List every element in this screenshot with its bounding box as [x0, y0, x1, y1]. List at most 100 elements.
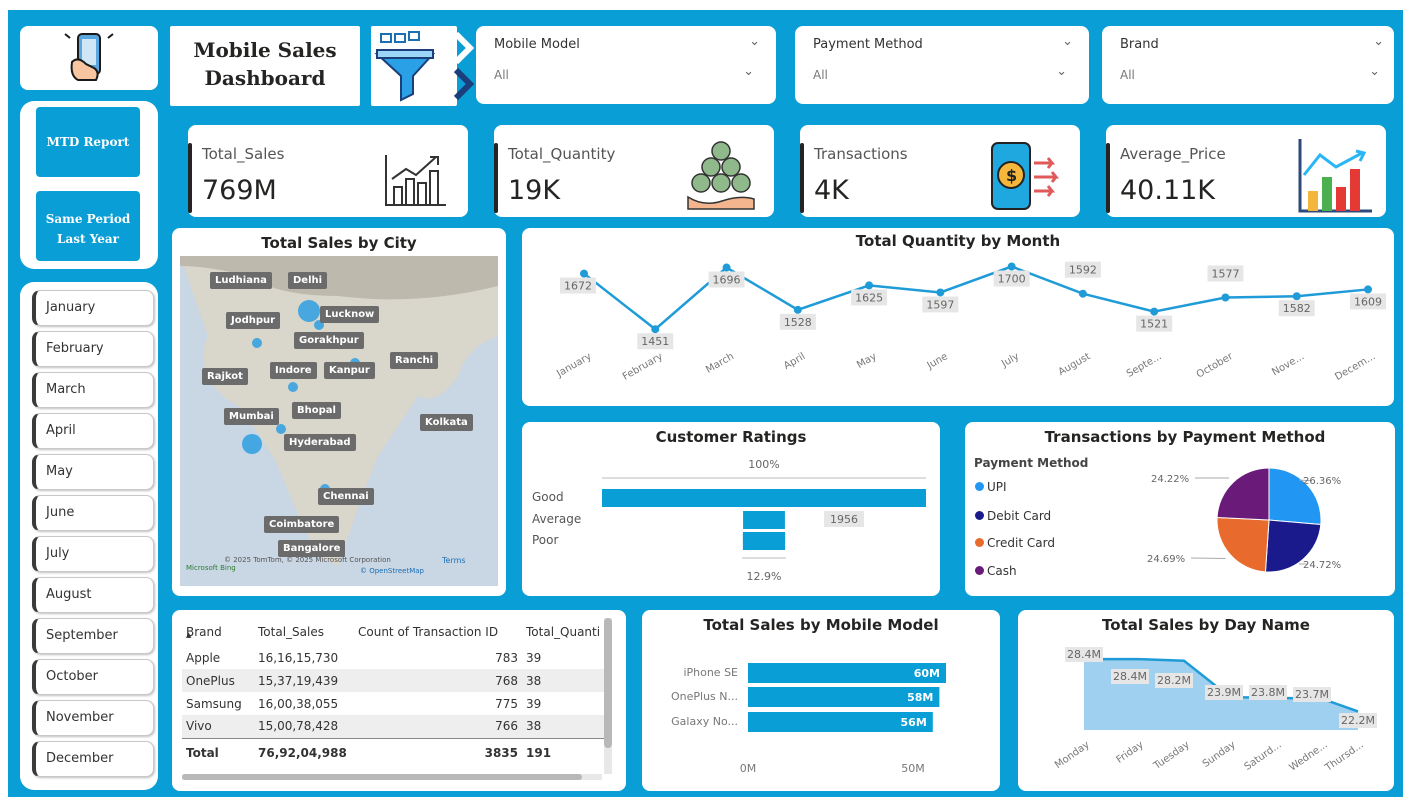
city-label-bhopal[interactable]: Bhopal — [292, 402, 341, 419]
vertical-scrollbar[interactable] — [604, 618, 612, 774]
slicer-label: Payment Method — [813, 37, 923, 52]
report-nav-panel: MTD Report Same Period Last Year — [20, 101, 158, 269]
data-label: 1577 — [1211, 267, 1239, 280]
dropdown-chevron-icon[interactable]: ⌄ — [743, 64, 754, 79]
series-line — [583, 265, 1369, 331]
slicer-value[interactable]: All — [494, 68, 509, 82]
sales-by-day-chart: Total Sales by Day Name 28.4M 28.4M 28.2M 2… — [1018, 610, 1394, 791]
x-axis-tick-label: August — [1057, 351, 1093, 378]
x-axis-tick-label: June — [925, 351, 950, 372]
month-item-december[interactable]: December — [32, 741, 154, 777]
x-axis-tick-label: April — [782, 351, 807, 372]
map-bubble[interactable] — [298, 300, 320, 322]
city-label-bangalore[interactable]: Bangalore — [278, 540, 346, 557]
brand-slicer[interactable]: Brand ⌄ All ⌄ — [1102, 26, 1394, 104]
city-label-mumbai[interactable]: Mumbai — [224, 408, 279, 425]
city-label-kolkata[interactable]: Kolkata — [420, 414, 473, 431]
chevron-down-icon[interactable]: ⌄ — [749, 34, 760, 49]
data-label: 28.2M — [1157, 674, 1191, 687]
city-label-chennai[interactable]: Chennai — [318, 488, 374, 505]
category-label: Galaxy No... — [671, 715, 738, 728]
map-canvas[interactable]: Ludhiana Delhi Jodhpur Lucknow Gorakhpur… — [180, 256, 498, 586]
sort-ascending-icon[interactable]: ▲ — [186, 631, 191, 639]
map-terms-link[interactable]: Terms — [442, 556, 466, 565]
dashboard-title: Mobile Sales Dashboard — [170, 26, 360, 106]
funnel-bar — [742, 532, 786, 550]
area-chart-svg: 28.4M 28.4M 28.2M 23.9M 23.8M 23.7M 22.2M Monda… — [1053, 647, 1377, 774]
city-label-kanpur[interactable]: Kanpur — [324, 362, 375, 379]
map-bubble[interactable] — [288, 382, 298, 392]
dropdown-chevron-icon[interactable]: ⌄ — [1056, 64, 1067, 79]
month-item-january[interactable]: January — [32, 290, 154, 326]
payment-method-slicer[interactable]: Payment Method ⌄ All ⌄ — [795, 26, 1089, 104]
kpi-value: 40.11K — [1120, 175, 1216, 206]
slicer-value[interactable]: All — [1120, 68, 1135, 82]
data-label: 1521 — [1140, 318, 1168, 331]
scrollbar-thumb[interactable] — [182, 774, 582, 780]
slice-label: 24.72% — [1303, 560, 1341, 571]
month-item-october[interactable]: October — [32, 659, 154, 695]
same-period-last-year-button[interactable]: Same Period Last Year — [36, 191, 140, 261]
city-label-ludhiana[interactable]: Ludhiana — [210, 272, 272, 289]
table-row[interactable]: Vivo 15,00,78,428 766 38 — [182, 715, 612, 738]
customer-ratings-chart: Customer Ratings Good Average Poor 100% 1956… — [522, 422, 940, 596]
kpi-accent-bar — [188, 143, 192, 213]
table-cell: 775 — [495, 696, 518, 711]
city-label-hyderabad[interactable]: Hyderabad — [284, 434, 356, 451]
month-item-february[interactable]: February — [32, 331, 154, 367]
city-label-delhi[interactable]: Delhi — [288, 272, 328, 289]
month-item-june[interactable]: June — [32, 495, 154, 531]
map-bubble[interactable] — [276, 424, 286, 434]
month-item-september[interactable]: September — [32, 618, 154, 654]
city-label-lucknow[interactable]: Lucknow — [320, 306, 380, 323]
map-copyright: © 2025 TomTom, © 2025 Microsoft Corporat… — [224, 556, 391, 564]
data-label: 1672 — [564, 280, 592, 293]
chevron-down-icon[interactable]: ⌄ — [1062, 34, 1073, 49]
chevron-down-icon[interactable]: ⌄ — [1373, 34, 1384, 49]
osm-link[interactable]: © OpenStreetMap — [360, 567, 424, 575]
data-point — [651, 325, 660, 334]
table-cell: 768 — [495, 673, 518, 688]
kpi-label: Average_Price — [1120, 145, 1226, 163]
city-label-coimbatore[interactable]: Coimbatore — [264, 516, 340, 533]
x-axis-tick-label: Sunday — [1201, 739, 1238, 770]
map-bubble[interactable] — [252, 338, 262, 348]
city-label-jodhpur[interactable]: Jodhpur — [226, 312, 281, 329]
table-cell: 16,16,15,730 — [258, 650, 339, 665]
table-row[interactable]: OnePlus 15,37,19,439 768 38 — [182, 669, 612, 692]
month-item-march[interactable]: March — [32, 372, 154, 408]
horizontal-scrollbar[interactable] — [182, 774, 602, 780]
data-point — [1364, 285, 1372, 294]
map-bubble[interactable] — [242, 434, 262, 454]
line-chart-svg: 1672 1451 1696 1528 1625 1597 1700 1592 1521 1577… — [554, 261, 1386, 383]
city-label-rajkot[interactable]: Rajkot — [202, 368, 248, 385]
table-header-row: Brand Total_Sales Count of Transaction I… — [182, 618, 612, 646]
money-bags-icon — [687, 141, 755, 210]
dropdown-chevron-icon[interactable]: ⌄ — [1369, 64, 1380, 79]
data-point — [722, 263, 731, 272]
mobile-model-slicer[interactable]: Mobile Model ⌄ All ⌄ — [476, 26, 776, 104]
month-item-november[interactable]: November — [32, 700, 154, 736]
column-header-transaction-count[interactable]: Count of Transaction ID — [354, 618, 522, 646]
mtd-report-button[interactable]: MTD Report — [36, 107, 140, 177]
month-item-april[interactable]: April — [32, 413, 154, 449]
data-table: Brand Total_Sales Count of Transaction I… — [182, 618, 612, 768]
month-item-may[interactable]: May — [32, 454, 154, 490]
slicer-label: Brand — [1120, 37, 1159, 52]
slicer-value[interactable]: All — [813, 68, 828, 82]
column-header-total-sales[interactable]: Total_Sales — [254, 618, 354, 646]
month-item-july[interactable]: July — [32, 536, 154, 572]
month-item-august[interactable]: August — [32, 577, 154, 613]
app-logo — [20, 26, 158, 90]
city-label-gorakhpur[interactable]: Gorakhpur — [294, 332, 364, 349]
column-header-total-quantity[interactable]: Total_Quanti — [522, 618, 612, 646]
table-row[interactable]: Apple 16,16,15,730 783 39 — [182, 646, 612, 669]
column-header-brand[interactable]: Brand — [182, 618, 254, 646]
city-label-indore[interactable]: Indore — [270, 362, 317, 379]
table-total-row: Total 76,92,04,988 3835 191 — [182, 738, 612, 768]
month-slicer: January February March April May June Ju… — [20, 282, 158, 790]
table-row[interactable]: Samsung 16,00,38,055 775 39 — [182, 692, 612, 715]
category-label: Average — [532, 512, 581, 526]
city-label-ranchi[interactable]: Ranchi — [390, 352, 439, 369]
scrollbar-thumb[interactable] — [604, 618, 612, 748]
